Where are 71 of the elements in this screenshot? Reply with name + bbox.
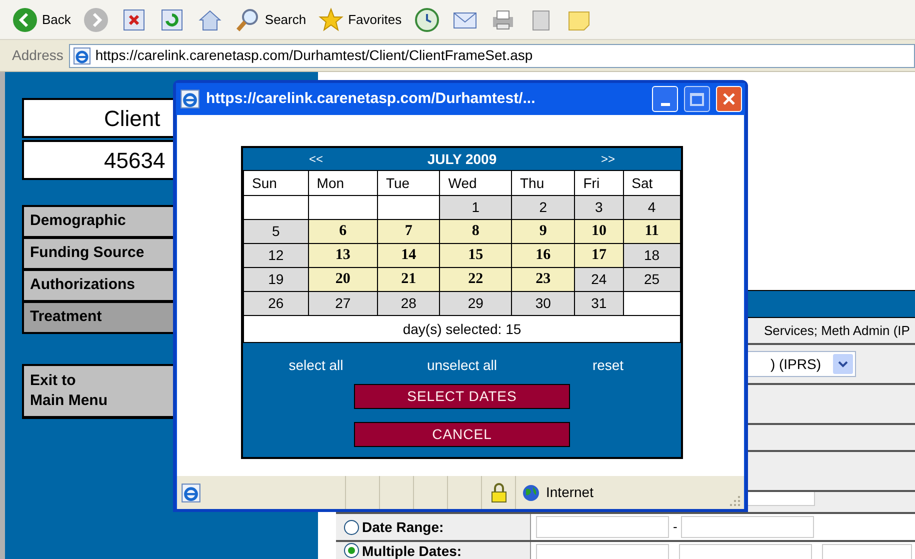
- radio-button[interactable]: [344, 520, 359, 534]
- calendar-link[interactable]: unselect all: [389, 355, 535, 376]
- day-cell[interactable]: 7: [377, 220, 440, 244]
- day-cell[interactable]: 30: [511, 292, 575, 316]
- calendar-action-button[interactable]: CANCEL: [354, 422, 570, 447]
- day-cell[interactable]: 24: [574, 268, 624, 292]
- start-date-field[interactable]: [536, 516, 669, 538]
- day-cell[interactable]: 16: [511, 244, 575, 268]
- close-button[interactable]: [716, 86, 742, 112]
- day-cell[interactable]: 21: [377, 268, 440, 292]
- day-cell[interactable]: 2: [511, 196, 575, 220]
- month-title: JULY 2009: [426, 150, 498, 168]
- toolbar-label[interactable]: Favorites: [348, 10, 402, 30]
- history-icon[interactable]: [414, 6, 440, 32]
- date-range-label: Date Range:: [362, 518, 444, 537]
- chevron-down-icon: [838, 360, 848, 368]
- next-month-link[interactable]: >>: [535, 150, 681, 168]
- day-cell[interactable]: 22: [440, 268, 512, 292]
- day-cell[interactable]: 5: [244, 220, 308, 244]
- day-cell[interactable]: 6: [308, 220, 378, 244]
- date-field[interactable]: [679, 544, 812, 559]
- weekday-header: Sun: [244, 170, 308, 196]
- day-cell[interactable]: 3: [574, 196, 624, 220]
- end-date-field[interactable]: [681, 516, 814, 538]
- day-cell[interactable]: 13: [308, 244, 378, 268]
- day-cell[interactable]: 4: [623, 196, 680, 220]
- day-cell[interactable]: 1: [440, 196, 512, 220]
- date-field[interactable]: [536, 544, 669, 559]
- range-dash: -: [673, 518, 678, 536]
- day-cell[interactable]: 17: [574, 244, 624, 268]
- calendar-link[interactable]: reset: [535, 355, 681, 376]
- multiple-dates-label: Multiple Dates:: [362, 542, 462, 558]
- day-cell[interactable]: 27: [308, 292, 378, 316]
- browser-page-icon: [180, 89, 200, 109]
- day-cell[interactable]: 8: [440, 220, 512, 244]
- day-cell[interactable]: 11: [623, 220, 680, 244]
- zone-label: Internet: [546, 483, 594, 502]
- stop-icon[interactable]: [120, 6, 147, 32]
- date-field[interactable]: [822, 544, 912, 559]
- radio-button[interactable]: [344, 543, 359, 558]
- day-cell[interactable]: 9: [511, 220, 575, 244]
- close-icon: [722, 92, 736, 106]
- day-cell[interactable]: 14: [377, 244, 440, 268]
- address-label: Address: [12, 46, 64, 65]
- day-cell[interactable]: 19: [244, 268, 308, 292]
- day-cell[interactable]: 28: [377, 292, 440, 316]
- toolbar-label[interactable]: Search: [264, 10, 306, 30]
- day-cell[interactable]: 23: [511, 268, 575, 292]
- star-icon[interactable]: [318, 6, 344, 32]
- toolbar-label[interactable]: Back: [42, 10, 71, 30]
- globe-icon: [522, 484, 540, 502]
- day-cell[interactable]: 25: [623, 268, 680, 292]
- minimize-button[interactable]: [652, 86, 678, 112]
- resize-grip-icon[interactable]: [729, 495, 741, 507]
- day-cell[interactable]: 15: [440, 244, 512, 268]
- search-icon[interactable]: [234, 6, 261, 32]
- day-cell[interactable]: 18: [623, 244, 680, 268]
- day-cell[interactable]: 31: [574, 292, 624, 316]
- refresh-icon[interactable]: [158, 6, 185, 32]
- calendar-action-button[interactable]: SELECT DATES: [354, 384, 570, 409]
- browser-page-icon: [73, 46, 92, 64]
- service-text: Services; Meth Admin (IP: [764, 322, 910, 340]
- day-cell[interactable]: 12: [244, 244, 308, 268]
- selected-count: day(s) selected: 15: [402, 320, 522, 336]
- day-cell[interactable]: 10: [574, 220, 624, 244]
- browser-page-icon: [181, 482, 201, 502]
- maximize-button[interactable]: [684, 86, 710, 112]
- day-cell[interactable]: 29: [440, 292, 512, 316]
- day-cell[interactable]: 26: [244, 292, 308, 316]
- address-field[interactable]: https://carelink.carenetasp.com/Durhamtest/Client/ClientFrameSet.asp: [69, 44, 915, 68]
- day-cell[interactable]: 20: [308, 268, 378, 292]
